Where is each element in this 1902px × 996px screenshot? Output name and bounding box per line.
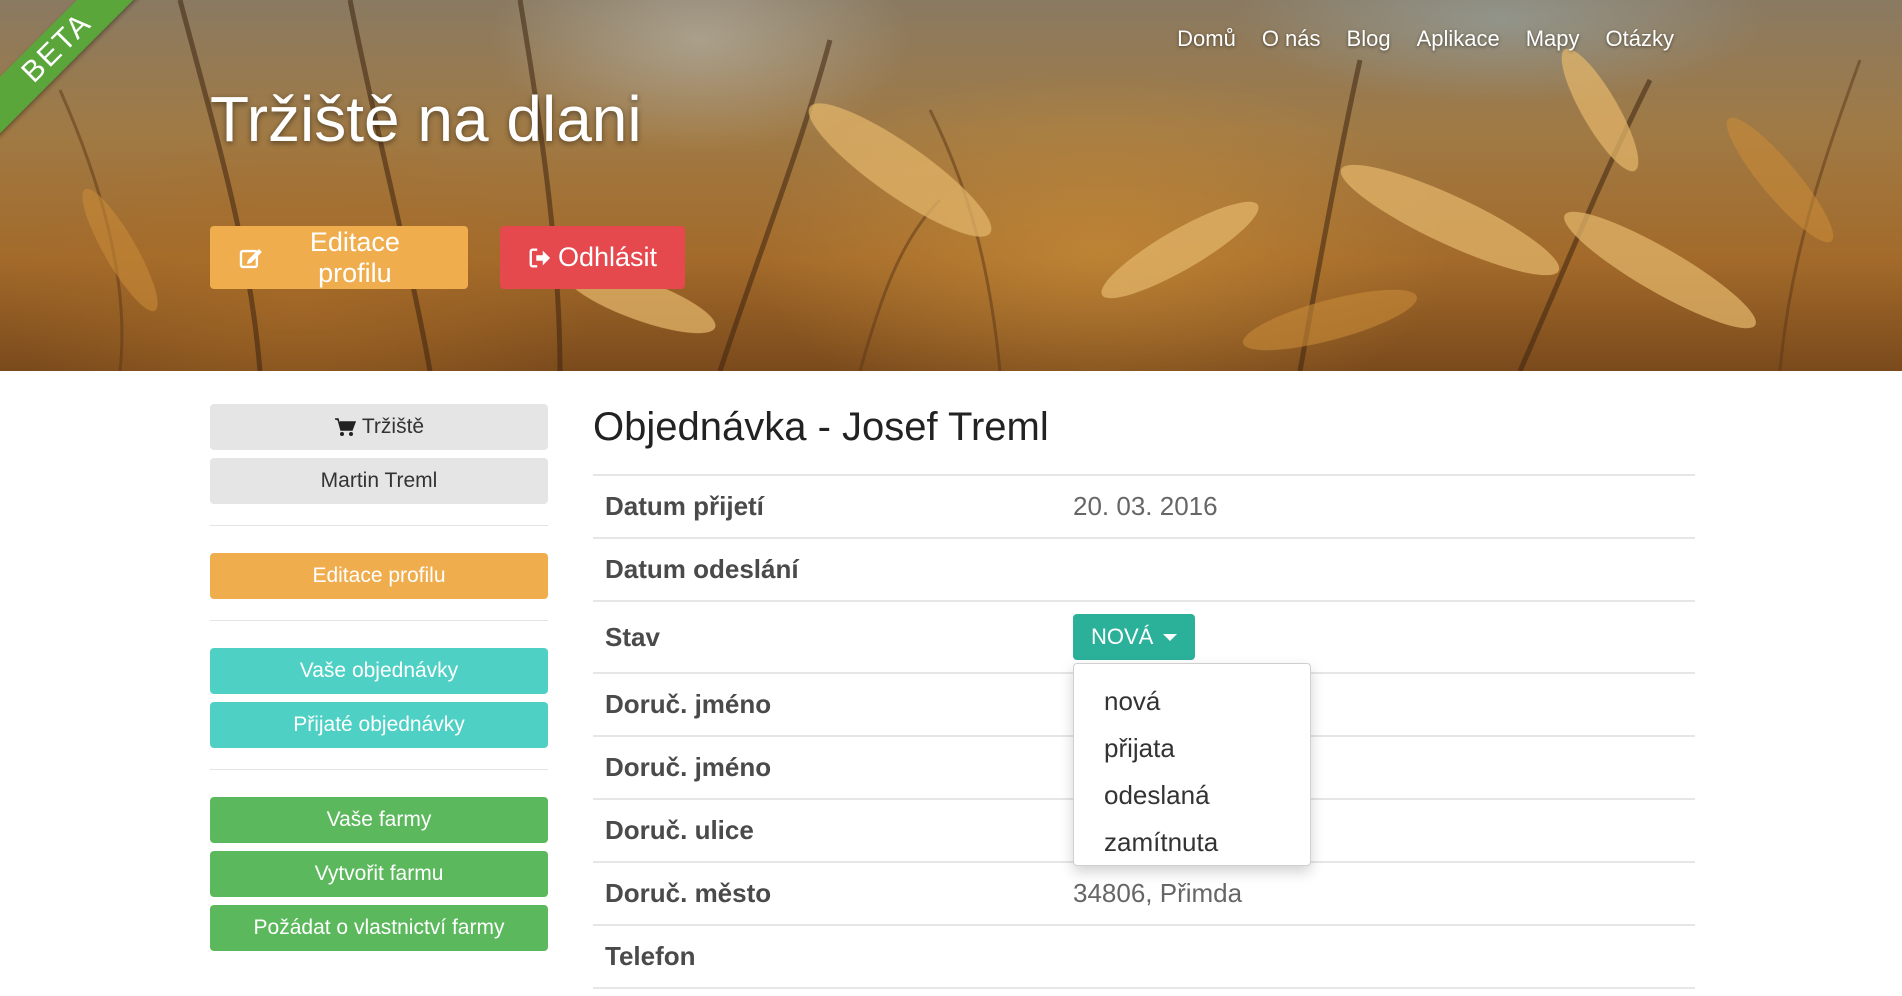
sidebar-your-orders-button[interactable]: Vaše objednávky	[210, 648, 548, 694]
row-label: Telefon	[593, 924, 1061, 989]
status-dropdown-menu: nová přijata odeslaná zamítnuta	[1073, 663, 1311, 866]
sidebar-market-button[interactable]: Tržiště	[210, 404, 548, 450]
sidebar-market-label: Tržiště	[361, 415, 425, 438]
edit-profile-label: Editace profilu	[309, 226, 400, 288]
edit-icon	[239, 248, 262, 268]
sidebar-edit-profile-button[interactable]: Editace profilu	[210, 553, 548, 599]
sidebar-divider	[210, 620, 548, 621]
row-label: Doruč. jméno	[593, 672, 1061, 736]
table-row: Datum odeslání	[593, 537, 1695, 601]
sidebar-divider	[210, 525, 548, 526]
nav-link-faq[interactable]: Otázky	[1606, 26, 1674, 52]
nav-link-home[interactable]: Domů	[1177, 26, 1236, 52]
hero-banner: BETA Domů O nás Blog Aplikace Mapy Otázk…	[0, 0, 1902, 371]
sidebar-divider	[210, 769, 548, 770]
cart-icon	[334, 418, 356, 436]
row-label: Datum přijetí	[593, 474, 1061, 538]
edit-profile-button[interactable]: Editace profilu	[210, 226, 468, 289]
status-option-new[interactable]: nová	[1074, 678, 1310, 725]
sidebar-received-orders-button[interactable]: Přijaté objednávky	[210, 702, 548, 748]
status-selected-label: NOVÁ	[1091, 624, 1154, 649]
table-row: Datum přijetí 20. 03. 2016	[593, 474, 1695, 538]
row-value	[1061, 537, 1695, 601]
row-value: 20. 03. 2016	[1061, 474, 1695, 538]
sidebar-create-farm-button[interactable]: Vytvořit farmu	[210, 851, 548, 897]
status-option-sent[interactable]: odeslaná	[1074, 772, 1310, 819]
sidebar-request-farm-button[interactable]: Požádat o vlastnictví farmy	[210, 905, 548, 951]
row-label: Stav	[593, 600, 1061, 673]
sidebar: Tržiště Martin Treml Editace profilu Vaš…	[210, 404, 548, 959]
logout-label: Odhlásit	[557, 242, 657, 272]
row-label: Doruč. jméno	[593, 735, 1061, 799]
row-value	[1061, 924, 1695, 989]
table-row: Telefon	[593, 924, 1695, 989]
status-dropdown-button[interactable]: NOVÁ	[1073, 614, 1196, 660]
row-value: 34806, Přimda	[1061, 861, 1695, 925]
caret-down-icon	[1163, 633, 1178, 641]
table-row: Doruč. město 34806, Přimda	[593, 861, 1695, 925]
order-title: Objednávka - Josef Treml	[593, 405, 1049, 449]
row-label: Doruč. město	[593, 861, 1061, 925]
row-label: Datum odeslání	[593, 537, 1061, 601]
top-nav: Domů O nás Blog Aplikace Mapy Otázky	[1177, 26, 1674, 52]
status-option-accepted[interactable]: přijata	[1074, 725, 1310, 772]
status-option-rejected[interactable]: zamítnuta	[1074, 819, 1310, 866]
nav-link-apps[interactable]: Aplikace	[1417, 26, 1500, 52]
nav-link-maps[interactable]: Mapy	[1526, 26, 1580, 52]
nav-link-about[interactable]: O nás	[1262, 26, 1321, 52]
logout-button[interactable]: Odhlásit	[500, 226, 685, 289]
nav-link-blog[interactable]: Blog	[1347, 26, 1391, 52]
sign-out-icon	[529, 248, 551, 267]
sidebar-user-button[interactable]: Martin Treml	[210, 458, 548, 504]
row-label: Doruč. ulice	[593, 798, 1061, 862]
site-title: Tržiště na dlani	[210, 83, 642, 155]
sidebar-your-farms-button[interactable]: Vaše farmy	[210, 797, 548, 843]
wheat-field-image	[58, 0, 1862, 371]
